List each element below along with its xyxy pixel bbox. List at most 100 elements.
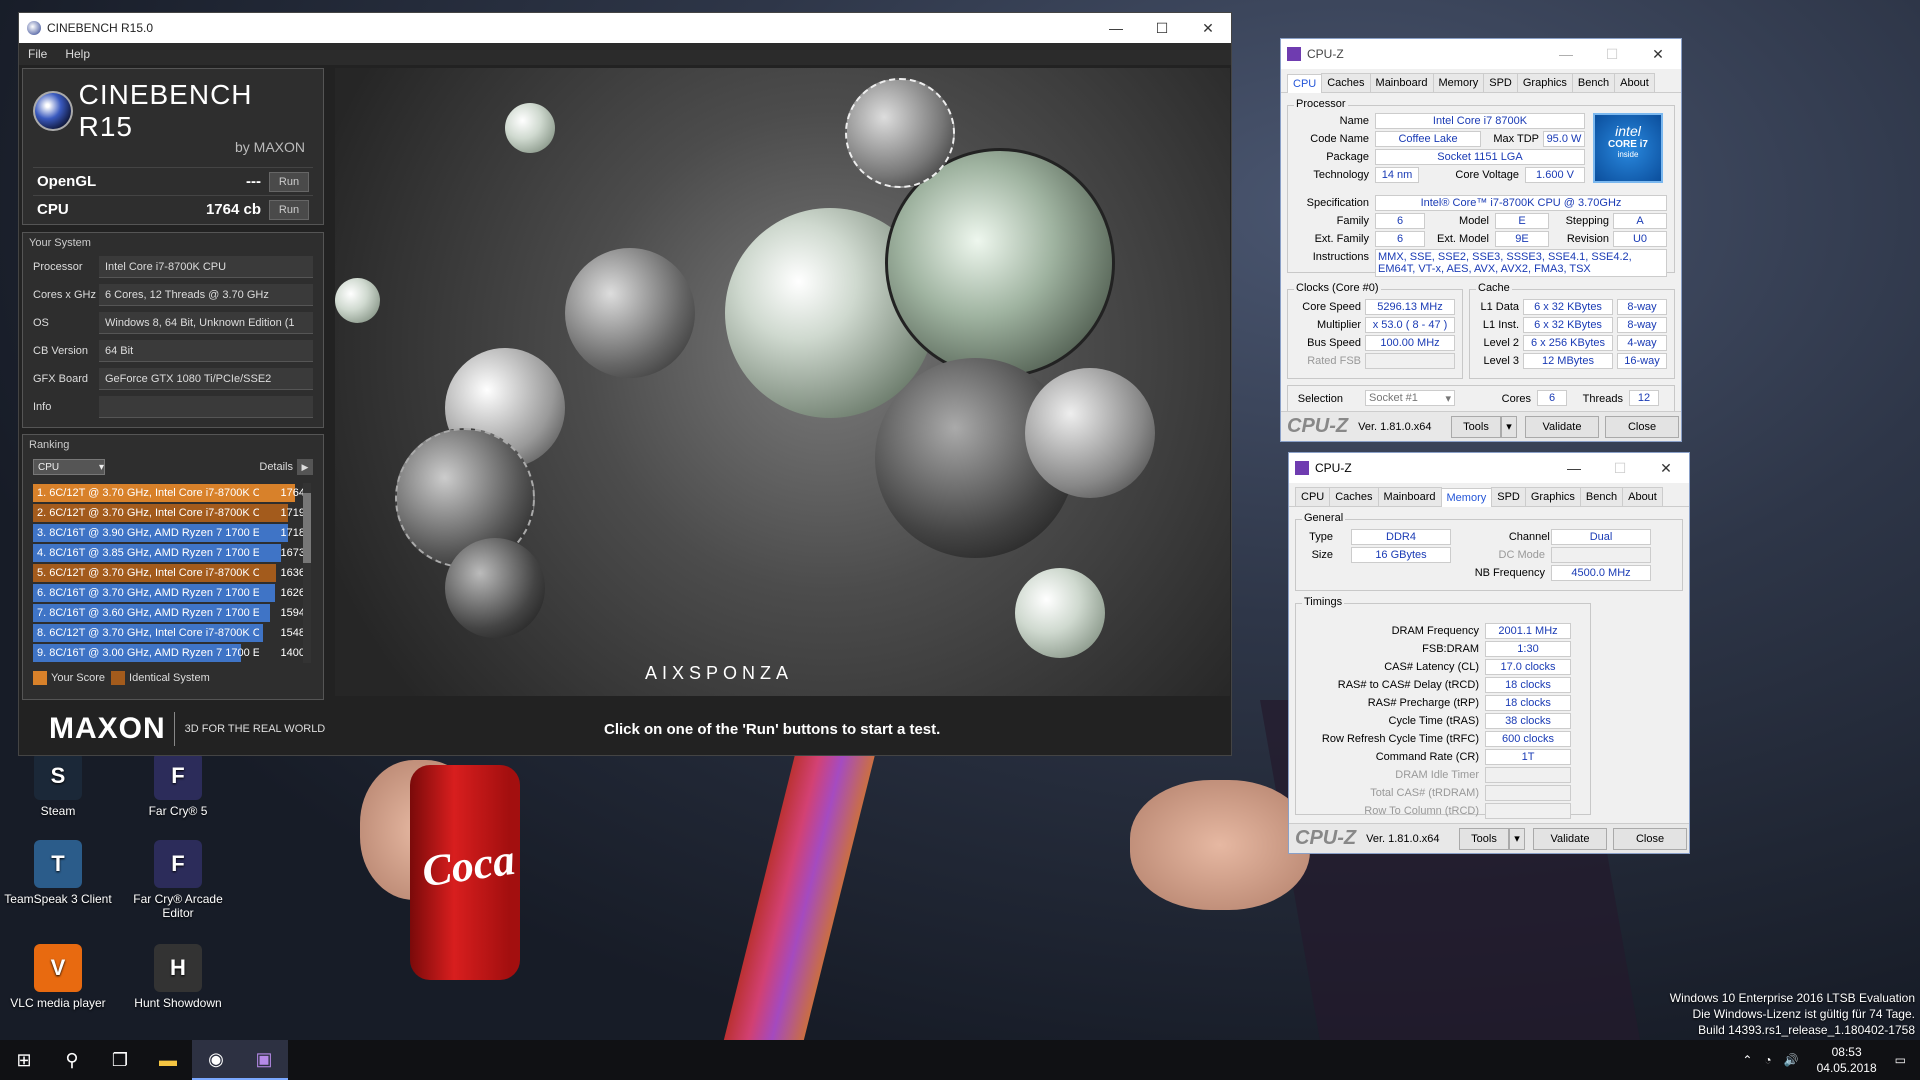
- ranking-item[interactable]: 8. 6C/12T @ 3.70 GHz, Intel Core i7-8700…: [33, 623, 309, 643]
- clock[interactable]: 08:53 04.05.2018: [1817, 1044, 1877, 1076]
- cpuz-taskbar-icon[interactable]: ▣: [240, 1040, 288, 1080]
- desktop-icon[interactable]: S Steam: [3, 752, 113, 818]
- tools-button[interactable]: Tools: [1459, 827, 1509, 850]
- menu-help[interactable]: Help: [56, 47, 99, 61]
- ranking-item-label: 9. 8C/16T @ 3.00 GHz, AMD Ryzen 7 1700 E: [37, 647, 259, 659]
- ranking-item[interactable]: 9. 8C/16T @ 3.00 GHz, AMD Ryzen 7 1700 E…: [33, 643, 309, 663]
- search-icon[interactable]: ⚲: [48, 1040, 96, 1080]
- notice-line-2: Die Windows-Lizenz ist gültig für 74 Tag…: [1692, 1007, 1915, 1021]
- system-key: Info: [33, 401, 52, 413]
- cpuz-titlebar[interactable]: CPU-Z — ☐ ✕: [1289, 453, 1689, 483]
- revision-label: Revision: [1566, 233, 1609, 245]
- ranking-item[interactable]: 7. 8C/16T @ 3.60 GHz, AMD Ryzen 7 1700 E…: [33, 603, 309, 623]
- desktop-icon[interactable]: F Far Cry® Arcade Editor: [123, 840, 233, 920]
- tab-spd[interactable]: SPD: [1491, 487, 1526, 506]
- desktop-icon[interactable]: H Hunt Showdown: [123, 944, 233, 1010]
- desktop-icon[interactable]: T TeamSpeak 3 Client: [3, 840, 113, 906]
- opengl-run-button[interactable]: Run: [269, 171, 309, 192]
- minimize-icon[interactable]: —: [1543, 39, 1589, 69]
- notice-line-1: Windows 10 Enterprise 2016 LTSB Evaluati…: [1669, 991, 1915, 1005]
- tools-dropdown-icon[interactable]: ▾: [1509, 827, 1525, 850]
- ranking-item[interactable]: 4. 8C/16T @ 3.85 GHz, AMD Ryzen 7 1700 E…: [33, 543, 309, 563]
- ranking-item-label: 8. 6C/12T @ 3.70 GHz, Intel Core i7-8700…: [37, 627, 259, 639]
- ranking-item[interactable]: 1. 6C/12T @ 3.70 GHz, Intel Core i7-8700…: [33, 483, 309, 503]
- level3-value: 12 MBytes: [1523, 353, 1613, 369]
- opengl-score: ---: [246, 173, 261, 190]
- tab-mainboard[interactable]: Mainboard: [1377, 487, 1442, 506]
- close-icon[interactable]: ✕: [1185, 13, 1231, 43]
- system-tray: ⌃ ◔ 🔊 08:53 04.05.2018 ▭: [1742, 1040, 1920, 1080]
- maximize-icon[interactable]: ☐: [1597, 453, 1643, 483]
- ranking-item-score: 1673: [280, 547, 305, 559]
- file-explorer-icon[interactable]: ▬: [144, 1040, 192, 1080]
- tab-graphics[interactable]: Graphics: [1524, 487, 1581, 506]
- start-icon[interactable]: ⊞: [0, 1040, 48, 1080]
- cinebench-titlebar[interactable]: CINEBENCH R15.0 — ☐ ✕: [19, 13, 1231, 43]
- tab-graphics[interactable]: Graphics: [1516, 73, 1573, 92]
- validate-button[interactable]: Validate: [1533, 827, 1607, 850]
- desktop-icon[interactable]: F Far Cry® 5: [123, 752, 233, 818]
- tab-about[interactable]: About: [1622, 487, 1663, 506]
- close-button[interactable]: Close: [1605, 415, 1679, 438]
- ranking-type-select[interactable]: CPU ▾: [33, 459, 105, 475]
- cpuz-version: Ver. 1.81.0.x64: [1358, 420, 1432, 433]
- cpu-run-button[interactable]: Run: [269, 199, 309, 220]
- tab-cpu[interactable]: CPU: [1295, 487, 1331, 506]
- tab-caches[interactable]: Caches: [1329, 487, 1379, 506]
- menu-file[interactable]: File: [19, 47, 56, 61]
- ranking-list: 1. 6C/12T @ 3.70 GHz, Intel Core i7-8700…: [33, 483, 311, 663]
- notification-icon[interactable]: ▭: [1895, 1053, 1906, 1067]
- system-value: [99, 396, 313, 418]
- ranking-item[interactable]: 3. 8C/16T @ 3.90 GHz, AMD Ryzen 7 1700 E…: [33, 523, 309, 543]
- ranking-item[interactable]: 2. 6C/12T @ 3.70 GHz, Intel Core i7-8700…: [33, 503, 309, 523]
- details-button[interactable]: Details ▶: [259, 459, 313, 475]
- close-icon[interactable]: ✕: [1643, 453, 1689, 483]
- bus-speed-label: Bus Speed: [1307, 337, 1361, 349]
- level3-label: Level 3: [1483, 355, 1519, 367]
- ranking-item-score: 1548: [280, 627, 305, 639]
- cache-label: Cache: [1476, 282, 1512, 294]
- socket-select-value: Socket #1: [1369, 392, 1418, 404]
- tab-cpu[interactable]: CPU: [1287, 74, 1323, 93]
- wallpaper-stripe: [718, 730, 882, 1040]
- cinebench-taskbar-icon[interactable]: ◉: [192, 1040, 240, 1080]
- timing-label: RAS# to CAS# Delay (tRCD): [1337, 679, 1479, 691]
- farcry5-editor-icon: F: [154, 840, 202, 888]
- volume-icon[interactable]: 🔊: [1784, 1053, 1799, 1067]
- cpuz-titlebar[interactable]: CPU-Z — ☐ ✕: [1281, 39, 1681, 69]
- validate-button[interactable]: Validate: [1525, 415, 1599, 438]
- socket-select[interactable]: Socket #1 ▾: [1365, 390, 1455, 406]
- task-view-icon[interactable]: ❐: [96, 1040, 144, 1080]
- tools-dropdown-icon[interactable]: ▾: [1501, 415, 1517, 438]
- tab-spd[interactable]: SPD: [1483, 73, 1518, 92]
- tab-memory[interactable]: Memory: [1440, 488, 1493, 507]
- tools-button[interactable]: Tools: [1451, 415, 1501, 438]
- close-icon[interactable]: ✕: [1635, 39, 1681, 69]
- tab-bench[interactable]: Bench: [1579, 487, 1624, 506]
- close-button[interactable]: Close: [1613, 827, 1687, 850]
- minimize-icon[interactable]: —: [1551, 453, 1597, 483]
- minimize-icon[interactable]: —: [1093, 13, 1139, 43]
- maxon-logo: MAXON: [49, 712, 175, 746]
- tab-bench[interactable]: Bench: [1571, 73, 1616, 92]
- render-watermark: AIXSPONZA: [645, 663, 794, 683]
- tab-mainboard[interactable]: Mainboard: [1369, 73, 1434, 92]
- timing-label: Row To Column (tRCD): [1364, 805, 1479, 817]
- tab-caches[interactable]: Caches: [1321, 73, 1371, 92]
- network-icon[interactable]: ◔: [1764, 1053, 1771, 1067]
- multiplier-label: Multiplier: [1316, 319, 1361, 331]
- tab-about[interactable]: About: [1614, 73, 1655, 92]
- ranking-item[interactable]: 6. 8C/16T @ 3.70 GHz, AMD Ryzen 7 1700 E…: [33, 583, 309, 603]
- chevron-up-icon[interactable]: ⌃: [1742, 1053, 1752, 1067]
- windows-license-notice: Windows 10 Enterprise 2016 LTSB Evaluati…: [1670, 990, 1915, 1038]
- processor-label: Processor: [1294, 98, 1348, 110]
- desktop-icon[interactable]: V VLC media player: [3, 944, 113, 1010]
- score-panel: CINEBENCH R15 by MAXON OpenGL --- Run CP…: [22, 68, 324, 225]
- ranking-scrollbar[interactable]: [303, 483, 311, 663]
- system-value: 64 Bit: [99, 340, 313, 362]
- timing-label: Total CAS# (tRDRAM): [1370, 787, 1479, 799]
- maximize-icon[interactable]: ☐: [1139, 13, 1185, 43]
- maximize-icon[interactable]: ☐: [1589, 39, 1635, 69]
- tab-memory[interactable]: Memory: [1432, 73, 1485, 92]
- ranking-item[interactable]: 5. 6C/12T @ 3.70 GHz, Intel Core i7-8700…: [33, 563, 309, 583]
